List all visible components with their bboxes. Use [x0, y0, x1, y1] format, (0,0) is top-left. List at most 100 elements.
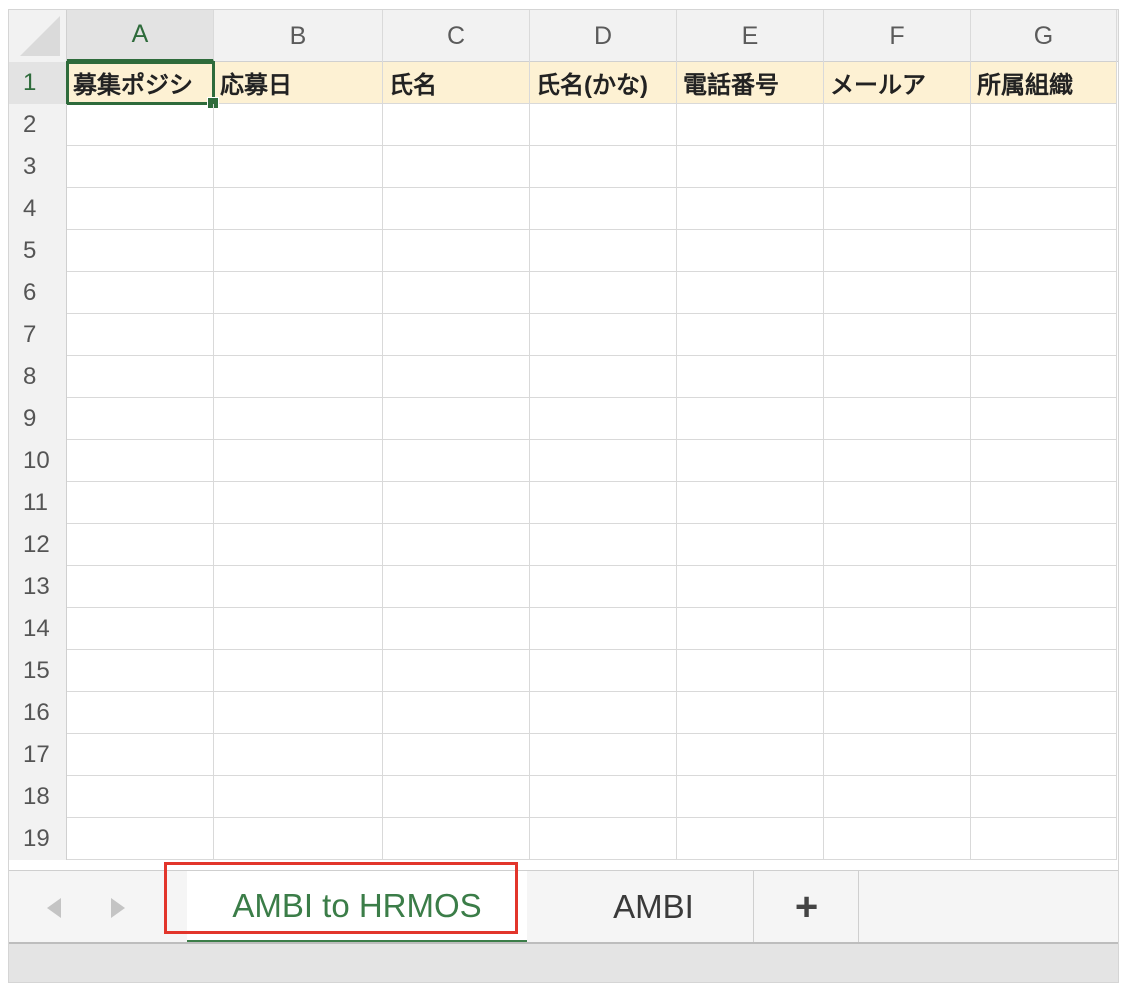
row-header[interactable]: 17 [9, 734, 67, 776]
cell[interactable] [824, 650, 971, 692]
cell[interactable] [214, 734, 383, 776]
column-header-f[interactable]: F [824, 10, 971, 62]
cell[interactable] [67, 272, 214, 314]
add-sheet-button[interactable]: + [755, 871, 859, 943]
cell[interactable] [67, 524, 214, 566]
cell[interactable] [67, 482, 214, 524]
cell[interactable] [677, 104, 824, 146]
cell[interactable] [383, 566, 530, 608]
cell[interactable] [383, 524, 530, 566]
cell[interactable] [971, 230, 1117, 272]
cell[interactable] [530, 146, 677, 188]
cell[interactable] [824, 188, 971, 230]
cell[interactable] [971, 818, 1117, 860]
row-header[interactable]: 14 [9, 608, 67, 650]
cell[interactable] [677, 608, 824, 650]
scroll-tabs-left-icon[interactable] [47, 898, 61, 918]
cell[interactable] [971, 398, 1117, 440]
cell[interactable] [530, 818, 677, 860]
cell[interactable] [971, 608, 1117, 650]
cell[interactable] [214, 650, 383, 692]
cell[interactable] [971, 776, 1117, 818]
row-header[interactable]: 3 [9, 146, 67, 188]
cell[interactable] [824, 608, 971, 650]
selected-cell[interactable]: 募集ポジシ [66, 61, 219, 109]
sheet-tab-ambi[interactable]: AMBI [554, 871, 754, 943]
cell[interactable] [383, 188, 530, 230]
row-header[interactable]: 18 [9, 776, 67, 818]
cell[interactable] [677, 230, 824, 272]
cell[interactable] [383, 482, 530, 524]
cell[interactable] [214, 104, 383, 146]
cell[interactable] [67, 188, 214, 230]
cell[interactable] [214, 356, 383, 398]
column-header-a[interactable]: A [67, 10, 214, 62]
sheet-tab-ambi-to-hrmos[interactable]: AMBI to HRMOS [187, 871, 527, 943]
cell[interactable]: 所属組織 [971, 62, 1117, 104]
cell[interactable] [677, 482, 824, 524]
cell[interactable] [971, 356, 1117, 398]
cell[interactable] [383, 398, 530, 440]
cell[interactable] [824, 398, 971, 440]
cell[interactable] [214, 692, 383, 734]
scroll-tabs-right-icon[interactable] [111, 898, 125, 918]
cell[interactable] [214, 608, 383, 650]
cell[interactable] [67, 356, 214, 398]
row-header[interactable]: 8 [9, 356, 67, 398]
cell[interactable] [67, 608, 214, 650]
cell[interactable] [530, 440, 677, 482]
cell[interactable] [214, 230, 383, 272]
row-header[interactable]: 13 [9, 566, 67, 608]
row-header[interactable]: 19 [9, 818, 67, 860]
row-header[interactable]: 9 [9, 398, 67, 440]
cell[interactable] [971, 734, 1117, 776]
cell[interactable] [971, 272, 1117, 314]
row-header[interactable]: 2 [9, 104, 67, 146]
cell[interactable] [971, 440, 1117, 482]
cell[interactable] [214, 566, 383, 608]
cell[interactable] [214, 314, 383, 356]
cell[interactable] [383, 314, 530, 356]
cell[interactable] [677, 566, 824, 608]
cell[interactable] [530, 272, 677, 314]
cell[interactable] [214, 188, 383, 230]
row-header[interactable]: 16 [9, 692, 67, 734]
column-header-e[interactable]: E [677, 10, 824, 62]
cell[interactable] [67, 650, 214, 692]
cell[interactable] [824, 566, 971, 608]
cell[interactable] [214, 776, 383, 818]
cell[interactable] [824, 482, 971, 524]
cell[interactable]: 電話番号 [677, 62, 824, 104]
cell[interactable] [824, 524, 971, 566]
cell[interactable] [383, 692, 530, 734]
cell[interactable] [530, 608, 677, 650]
cell[interactable] [677, 524, 824, 566]
cell[interactable] [824, 356, 971, 398]
cell[interactable]: 氏名(かな) [530, 62, 677, 104]
cell[interactable] [214, 440, 383, 482]
cell[interactable] [214, 524, 383, 566]
cell[interactable] [677, 356, 824, 398]
cell[interactable] [677, 440, 824, 482]
cell[interactable] [214, 482, 383, 524]
cell[interactable] [383, 776, 530, 818]
cell[interactable] [824, 440, 971, 482]
cell[interactable] [530, 734, 677, 776]
column-header-g[interactable]: G [971, 10, 1117, 62]
cell[interactable] [67, 776, 214, 818]
cell[interactable] [383, 356, 530, 398]
row-header[interactable]: 11 [9, 482, 67, 524]
cell[interactable] [67, 818, 214, 860]
cell[interactable] [383, 230, 530, 272]
cell[interactable] [383, 272, 530, 314]
cell[interactable] [677, 188, 824, 230]
row-header[interactable]: 6 [9, 272, 67, 314]
cell[interactable] [824, 230, 971, 272]
cell[interactable] [67, 230, 214, 272]
cell[interactable] [383, 650, 530, 692]
cell[interactable] [971, 482, 1117, 524]
cell[interactable] [824, 314, 971, 356]
cell[interactable] [677, 146, 824, 188]
cell[interactable] [824, 272, 971, 314]
cell[interactable] [67, 146, 214, 188]
